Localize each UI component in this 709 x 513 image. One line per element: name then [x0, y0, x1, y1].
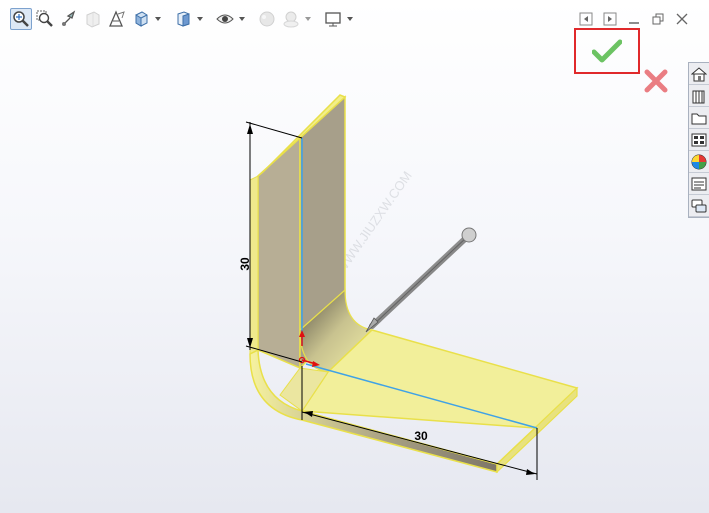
hide-show-items-icon[interactable]	[214, 8, 236, 30]
zoom-to-fit-icon[interactable]	[10, 8, 32, 30]
vertical-dimension-label[interactable]: 30	[238, 257, 252, 271]
minimize-icon[interactable]	[624, 10, 644, 28]
chevron-down-icon[interactable]	[304, 8, 312, 30]
dynamic-annotation-view-icon[interactable]	[106, 8, 128, 30]
model-scene[interactable]: WWW.JIUZXW.COM 30 30	[0, 0, 709, 513]
design-library-icon[interactable]	[689, 85, 709, 107]
horizontal-dimension-label[interactable]: 30	[414, 429, 428, 443]
cancel-x-icon[interactable]	[644, 69, 668, 93]
close-icon[interactable]	[672, 10, 692, 28]
window-controls	[576, 10, 692, 28]
section-view-icon[interactable]	[82, 8, 104, 30]
heads-up-view-toolbar	[10, 7, 354, 31]
home-icon[interactable]	[689, 63, 709, 85]
view-settings-icon[interactable]	[322, 8, 344, 30]
confirmation-corner-cancel[interactable]	[641, 66, 671, 96]
previous-icon[interactable]	[576, 10, 596, 28]
appearances-icon[interactable]	[689, 151, 709, 173]
horizontal-flange-end-edge	[496, 427, 536, 465]
forum-icon[interactable]	[689, 195, 709, 217]
apply-scene-icon[interactable]	[280, 8, 302, 30]
chevron-down-icon[interactable]	[346, 8, 354, 30]
display-style-icon[interactable]	[172, 8, 194, 30]
vertical-flange-front-face[interactable]	[257, 136, 301, 370]
chevron-down-icon[interactable]	[238, 8, 246, 30]
edit-appearance-icon[interactable]	[256, 8, 278, 30]
direction-rod[interactable]	[365, 227, 477, 333]
next-icon[interactable]	[600, 10, 620, 28]
view-orientation-icon[interactable]	[130, 8, 152, 30]
chevron-down-icon[interactable]	[196, 8, 204, 30]
view-palette-icon[interactable]	[689, 129, 709, 151]
confirmation-corner-ok-highlight[interactable]	[574, 28, 640, 74]
custom-properties-icon[interactable]	[689, 173, 709, 195]
ok-check-icon[interactable]	[592, 39, 622, 63]
chevron-down-icon[interactable]	[154, 8, 162, 30]
file-explorer-icon[interactable]	[689, 107, 709, 129]
zoom-to-area-icon[interactable]	[34, 8, 56, 30]
task-pane-tabs	[688, 62, 709, 218]
graphics-area[interactable]: WWW.JIUZXW.COM 30 30	[0, 0, 709, 513]
previous-view-icon[interactable]	[58, 8, 80, 30]
restore-icon[interactable]	[648, 10, 668, 28]
